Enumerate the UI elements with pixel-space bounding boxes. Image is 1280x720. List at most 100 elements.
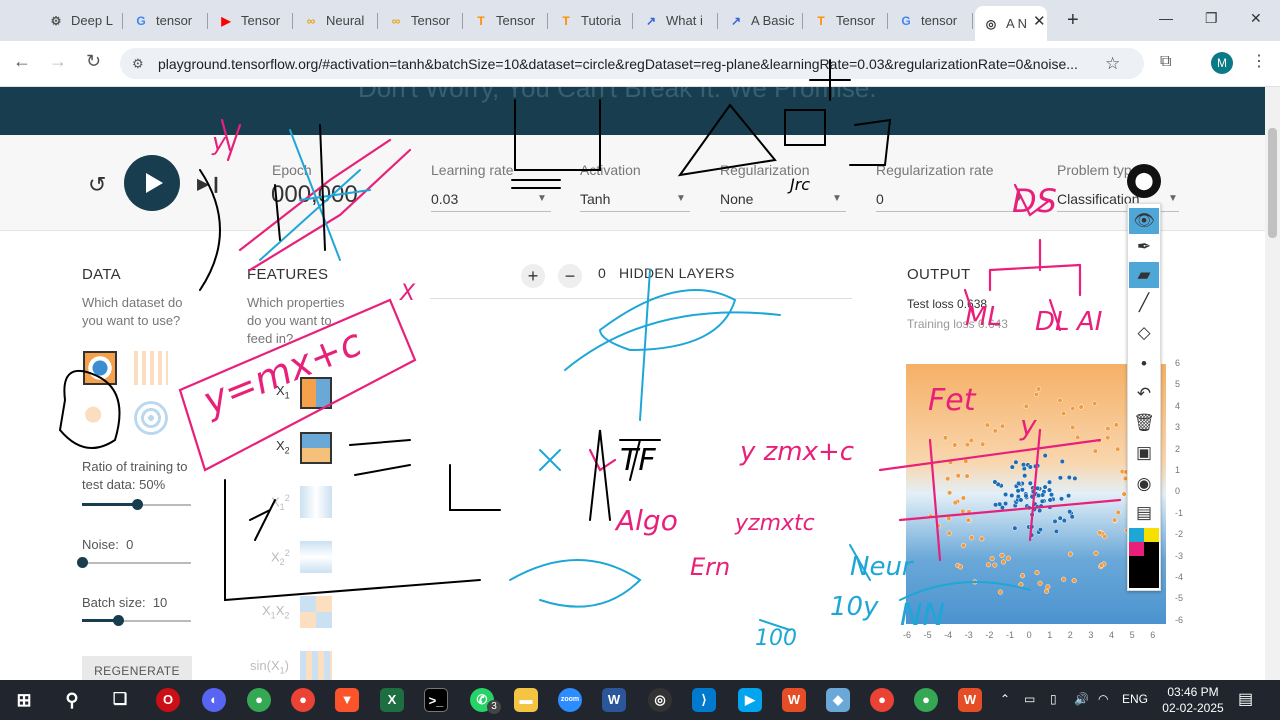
browser-tab[interactable]: T Tutoria xyxy=(550,6,633,35)
file-explorer-icon[interactable]: ▬ xyxy=(514,688,538,712)
color-palette[interactable] xyxy=(1129,528,1159,588)
notification-icon[interactable]: ▤ xyxy=(1238,689,1253,709)
language-indicator[interactable]: ENG xyxy=(1122,692,1148,706)
feature-x2-squared[interactable] xyxy=(300,541,332,573)
browser-tab[interactable]: ∞ Tensor xyxy=(380,6,463,35)
y-tick-label: 5 xyxy=(1175,379,1181,390)
dataset-spiral[interactable] xyxy=(134,401,168,435)
reset-icon[interactable]: ↺ xyxy=(88,172,106,198)
browser-tab[interactable]: ↗ What i xyxy=(635,6,718,35)
obs-icon[interactable]: ◎ xyxy=(648,688,672,712)
address-bar[interactable]: ⚙ playground.tensorflow.org/#activation=… xyxy=(120,48,1144,79)
camera-icon[interactable]: ◉ xyxy=(1129,471,1159,497)
trash-icon[interactable]: 🗑 xyxy=(1129,410,1159,436)
highlighter-icon[interactable]: ▰ xyxy=(1129,262,1159,288)
browser-tab[interactable]: ⚙ Deep L xyxy=(40,6,123,35)
color-swatch-current[interactable] xyxy=(1129,556,1159,588)
activation-select[interactable]: Tanh xyxy=(580,191,610,207)
pen-app-icon[interactable]: ⬤ xyxy=(1127,164,1161,198)
remove-layer-button[interactable]: − xyxy=(558,264,582,288)
volume-icon[interactable]: 🔊 xyxy=(1074,692,1089,706)
ratio-slider-knob[interactable] xyxy=(131,499,143,510)
new-tab-button[interactable]: + xyxy=(1067,9,1079,32)
network-icon[interactable]: ▯ xyxy=(1050,692,1057,706)
step-icon[interactable]: ▶❙ xyxy=(197,174,223,194)
tray-expand-icon[interactable]: ⌃ xyxy=(1000,692,1010,706)
restore-icon[interactable]: ❐ xyxy=(1205,10,1218,27)
word-icon[interactable]: W xyxy=(602,688,626,712)
zoom-icon[interactable]: zoom xyxy=(558,688,582,712)
site-info-icon[interactable]: ⚙ xyxy=(132,56,148,72)
chrome-profile-icon[interactable]: ● xyxy=(247,688,271,712)
eraser-icon[interactable]: ◇ xyxy=(1129,320,1159,346)
wifi-icon[interactable]: ◠ xyxy=(1098,692,1108,706)
color-swatch-cyan[interactable] xyxy=(1129,528,1144,542)
dataset-circle[interactable] xyxy=(83,351,117,385)
extensions-icon[interactable]: ⧉ xyxy=(1160,53,1171,71)
scrollbar-thumb[interactable] xyxy=(1268,128,1277,238)
noise-slider-knob[interactable] xyxy=(77,557,88,568)
back-icon[interactable]: ← xyxy=(13,51,31,72)
browser-tab[interactable]: ∞ Neural xyxy=(295,6,378,35)
browser-tab[interactable]: Gtensor xyxy=(125,6,208,35)
eye-icon[interactable]: 👁 xyxy=(1129,208,1159,234)
pen-icon[interactable]: ✒ xyxy=(1129,234,1159,260)
batch-size-slider-knob[interactable] xyxy=(112,615,124,626)
discord-icon[interactable]: ◐ xyxy=(202,688,226,712)
color-swatch-pink[interactable] xyxy=(1129,542,1144,556)
dataset-xor[interactable] xyxy=(134,351,168,385)
bookmark-star-icon[interactable]: ☆ xyxy=(1105,54,1120,74)
wps-icon[interactable]: W xyxy=(782,688,806,712)
app-icon[interactable]: ◆ xyxy=(826,688,850,712)
opera-icon[interactable]: O xyxy=(156,688,180,712)
feature-x1-squared[interactable] xyxy=(300,486,332,518)
wps-icon-2[interactable]: W xyxy=(958,688,982,712)
feature-sin-x1[interactable] xyxy=(300,651,332,680)
add-layer-button[interactable]: + xyxy=(521,264,545,288)
undo-icon[interactable]: ↶ xyxy=(1129,381,1159,407)
feature-x2[interactable] xyxy=(300,432,332,464)
play-button[interactable] xyxy=(124,155,180,211)
chrome-icon[interactable]: ● xyxy=(291,688,315,712)
browser-menu-icon[interactable]: ⋮ xyxy=(1251,51,1267,71)
feature-x1x2[interactable] xyxy=(300,596,332,628)
clipboard-icon[interactable]: ▤ xyxy=(1129,500,1159,526)
dataset-gaussian[interactable] xyxy=(83,401,117,435)
windows-start-icon[interactable]: ⊞ xyxy=(12,688,36,712)
chrome-icon-3[interactable]: ● xyxy=(914,688,938,712)
url-text[interactable]: playground.tensorflow.org/#activation=ta… xyxy=(158,56,1093,72)
browser-tab[interactable]: T Tensor xyxy=(805,6,888,35)
forward-icon[interactable]: → xyxy=(49,51,67,72)
task-view-icon[interactable]: ❏ xyxy=(108,688,132,712)
feature-x1[interactable] xyxy=(300,377,332,409)
window-close-icon[interactable]: ✕ xyxy=(1250,10,1262,27)
tab-close-icon[interactable]: ✕ xyxy=(1033,12,1046,30)
search-icon[interactable]: ⚲ xyxy=(60,688,84,712)
browser-tab[interactable]: T Tensor xyxy=(465,6,548,35)
chrome-icon-2[interactable]: ● xyxy=(870,688,894,712)
line-icon[interactable]: ╱ xyxy=(1129,290,1159,316)
board-icon[interactable]: ▣ xyxy=(1129,440,1159,466)
battery-icon[interactable]: ▭ xyxy=(1024,692,1035,706)
learning-rate-select[interactable]: 0.03 xyxy=(431,191,458,207)
color-swatch-yellow[interactable] xyxy=(1144,528,1159,542)
color-swatch-black[interactable] xyxy=(1144,542,1159,556)
browser-tab[interactable]: Gtensor xyxy=(890,6,973,35)
reload-icon[interactable]: ↻ xyxy=(86,51,101,72)
taskbar-clock[interactable]: 03:46 PM 02-02-2025 xyxy=(1158,684,1228,716)
regularization-rate-select[interactable]: 0 xyxy=(876,191,884,207)
excel-icon[interactable]: X xyxy=(380,688,404,712)
terminal-icon[interactable]: >_ xyxy=(424,688,448,712)
data-point-blue xyxy=(1020,462,1027,468)
dot-size-icon[interactable]: • xyxy=(1129,351,1159,377)
regularization-select[interactable]: None xyxy=(720,191,753,207)
minimize-icon[interactable]: — xyxy=(1159,10,1173,26)
browser-tab[interactable]: ▶ Tensor xyxy=(210,6,293,35)
screen-recorder-icon[interactable]: ▶ xyxy=(738,688,762,712)
vscode-icon[interactable]: ⟩ xyxy=(692,688,716,712)
data-point-orange xyxy=(1092,401,1098,407)
browser-tab[interactable]: ↗ A Basic xyxy=(720,6,803,35)
brave-icon[interactable]: ▼ xyxy=(335,688,359,712)
profile-avatar[interactable]: M xyxy=(1211,52,1233,74)
noise-slider[interactable] xyxy=(82,562,191,564)
